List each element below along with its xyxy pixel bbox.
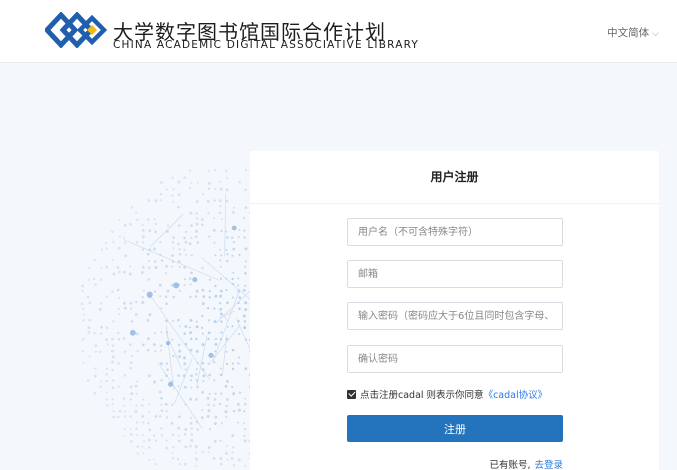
brand-title-en: CHINA ACADEMIC DIGITAL ASSOCIATIVE LIBRA… [113,39,420,51]
password-input[interactable] [347,302,563,330]
language-label: 中文简体 [607,27,650,39]
agreement-text: 点击注册cadal 则表示你同意 [360,390,484,401]
email-input[interactable] [347,260,563,288]
login-prompt: 已有账号, 去登录 [489,457,563,470]
confirm-password-input[interactable] [347,345,563,373]
top-header: 大学数字图书馆国际合作计划 CHINA ACADEMIC DIGITAL ASS… [0,0,677,63]
agreement-row: 点击注册cadal 则表示你同意 《cadal协议》 [347,387,547,401]
register-title: 用户注册 [250,151,659,204]
agreement-link[interactable]: 《cadal协议》 [484,387,548,401]
cadal-logo-icon [45,12,107,48]
have-account-text: 已有账号, [489,460,531,470]
register-button[interactable]: 注册 [347,415,563,442]
register-card: 用户注册 点击注册cadal 则表示你同意 《cadal协议》 注册 已有账号,… [250,151,659,470]
language-selector[interactable]: 中文简体 ⌵ [607,25,659,40]
agree-checkbox[interactable] [347,389,356,399]
chevron-down-icon: ⌵ [652,29,659,39]
username-input[interactable] [347,218,563,246]
login-link[interactable]: 去登录 [534,460,563,470]
